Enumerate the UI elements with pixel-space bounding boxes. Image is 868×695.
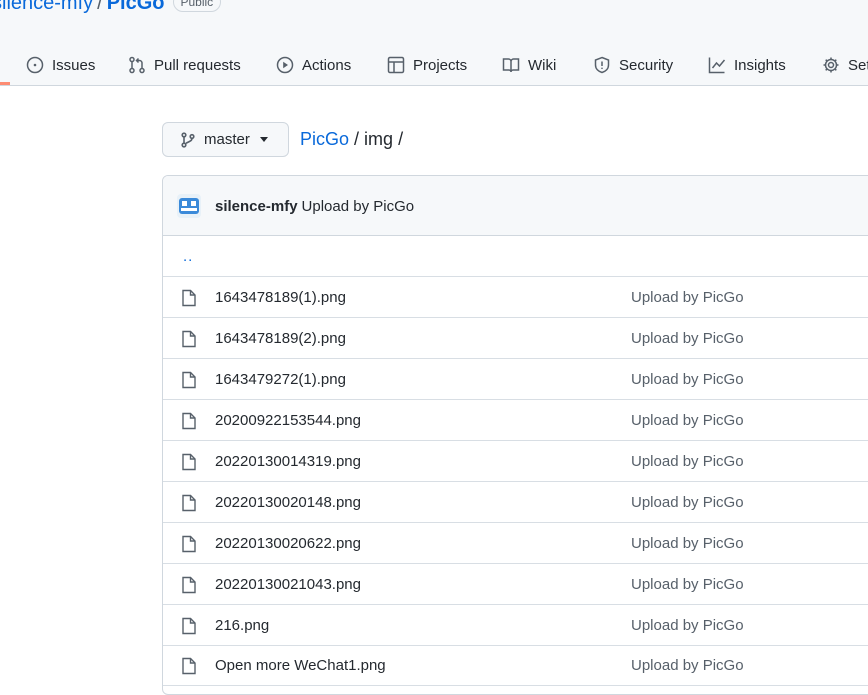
- file-row[interactable]: 216.png Upload by PicGo: [163, 605, 868, 646]
- repo-owner-link[interactable]: silence-mfy: [0, 0, 93, 14]
- file-row[interactable]: Open more WeChat1.png Upload by PicGo: [163, 645, 868, 686]
- file-icon: [181, 535, 197, 553]
- tab-insights[interactable]: Insights: [708, 44, 786, 86]
- avatar[interactable]: [177, 194, 201, 218]
- file-commit-message-link[interactable]: Upload by PicGo: [631, 657, 744, 674]
- repo-title-separator: /: [97, 0, 103, 14]
- gear-icon: [823, 57, 839, 73]
- git-branch-icon: [181, 131, 195, 148]
- file-row[interactable]: 20220130021043.png Upload by PicGo: [163, 564, 868, 605]
- tab-wiki[interactable]: Wiki: [502, 44, 556, 86]
- shield-icon: [594, 56, 610, 74]
- tab-projects-label: Projects: [413, 56, 468, 74]
- tab-actions[interactable]: Actions: [276, 44, 351, 86]
- file-name-link[interactable]: 20220130014319.png: [215, 453, 361, 470]
- tab-insights-label: Insights: [734, 56, 786, 74]
- file-row[interactable]: 20220130014319.png Upload by PicGo: [163, 441, 868, 482]
- file-icon: [181, 494, 197, 512]
- tab-pull-requests-label: Pull requests: [154, 56, 241, 74]
- latest-commit-bar: silence-mfy Upload by PicGo: [163, 176, 868, 236]
- file-icon: [181, 330, 197, 348]
- tab-settings-label: Settings: [848, 56, 868, 74]
- file-commit-message-link[interactable]: Upload by PicGo: [631, 371, 744, 388]
- file-name-link[interactable]: 20220130020622.png: [215, 535, 361, 552]
- tab-projects[interactable]: Projects: [387, 44, 467, 86]
- tab-actions-label: Actions: [302, 56, 352, 74]
- file-row[interactable]: 1643478189(1).png Upload by PicGo: [163, 277, 868, 318]
- file-row[interactable]: 1643479272(1).png Upload by PicGo: [163, 359, 868, 400]
- parent-directory-row[interactable]: ..: [163, 236, 868, 277]
- file-name-link[interactable]: Open more WeChat1.png: [215, 657, 386, 674]
- visibility-badge: Public: [172, 0, 222, 12]
- branch-name: master: [204, 131, 250, 148]
- tab-pull-requests[interactable]: Pull requests: [128, 44, 241, 86]
- file-row[interactable]: 20220130020148.png Upload by PicGo: [163, 482, 868, 523]
- tab-settings[interactable]: Settings: [822, 44, 868, 86]
- tab-issues[interactable]: Issues: [26, 44, 95, 86]
- file-name-link[interactable]: 1643478189(2).png: [215, 330, 346, 347]
- file-row[interactable]: 1643478189(2).png Upload by PicGo: [163, 318, 868, 359]
- file-name-link[interactable]: 1643478189(1).png: [215, 289, 346, 306]
- file-icon: [181, 412, 197, 430]
- breadcrumb-separator: /: [354, 129, 360, 149]
- graph-icon: [708, 57, 726, 74]
- user-avatar-icon: [177, 194, 201, 218]
- file-name-link[interactable]: 216.png: [215, 617, 269, 634]
- file-commit-message-link[interactable]: Upload by PicGo: [631, 412, 744, 429]
- file-name-link[interactable]: 20200922153544.png: [215, 412, 361, 429]
- file-icon: [181, 617, 197, 635]
- parent-directory-link[interactable]: ..: [183, 248, 193, 265]
- file-icon: [181, 657, 197, 675]
- file-commit-message-link[interactable]: Upload by PicGo: [631, 453, 744, 470]
- file-name-link[interactable]: 20220130021043.png: [215, 576, 361, 593]
- tab-security-label: Security: [619, 56, 674, 74]
- file-commit-message-link[interactable]: Upload by PicGo: [631, 535, 744, 552]
- repo-title: silence-mfy / PicGo Public: [0, 0, 222, 15]
- table-icon: [387, 56, 405, 74]
- file-icon: [181, 453, 197, 471]
- file-name-link[interactable]: 1643479272(1).png: [215, 371, 346, 388]
- file-icon: [181, 289, 197, 307]
- file-row[interactable]: 20220130020622.png Upload by PicGo: [163, 523, 868, 564]
- file-commit-message-link[interactable]: Upload by PicGo: [631, 289, 744, 306]
- breadcrumb-separator: /: [398, 129, 404, 149]
- branch-select-button[interactable]: master: [162, 122, 289, 157]
- play-icon: [276, 56, 294, 74]
- tab-security[interactable]: Security: [593, 44, 673, 86]
- file-commit-message-link[interactable]: Upload by PicGo: [631, 576, 744, 593]
- chevron-down-icon: [259, 137, 268, 142]
- file-commit-message-link[interactable]: Upload by PicGo: [631, 617, 744, 634]
- repo-name-link[interactable]: PicGo: [107, 0, 165, 14]
- issue-opened-icon: [26, 56, 44, 74]
- commit-message-link[interactable]: Upload by PicGo: [302, 198, 415, 215]
- tab-wiki-label: Wiki: [528, 56, 557, 74]
- active-tab-indicator: [0, 82, 10, 85]
- book-icon: [502, 58, 520, 73]
- file-row[interactable]: 20200922153544.png Upload by PicGo: [163, 400, 868, 441]
- file-name-link[interactable]: 20220130020148.png: [215, 494, 361, 511]
- file-list: silence-mfy Upload by PicGo .. 1643478189…: [162, 175, 868, 695]
- file-icon: [181, 576, 197, 594]
- file-commit-message-link[interactable]: Upload by PicGo: [631, 330, 744, 347]
- latest-commit-text: silence-mfy Upload by PicGo: [215, 198, 414, 215]
- repo-header: silence-mfy / PicGo Public Issues Pull requ…: [0, 0, 868, 86]
- tab-issues-label: Issues: [52, 56, 96, 74]
- git-pull-request-icon: [129, 56, 145, 74]
- file-commit-message-link[interactable]: Upload by PicGo: [631, 494, 744, 511]
- breadcrumb-repo-link[interactable]: PicGo: [300, 129, 349, 149]
- breadcrumb-current-folder: img: [364, 129, 394, 149]
- file-icon: [181, 371, 197, 389]
- breadcrumb: PicGo / img /: [300, 129, 408, 150]
- commit-author-link[interactable]: silence-mfy: [215, 198, 298, 215]
